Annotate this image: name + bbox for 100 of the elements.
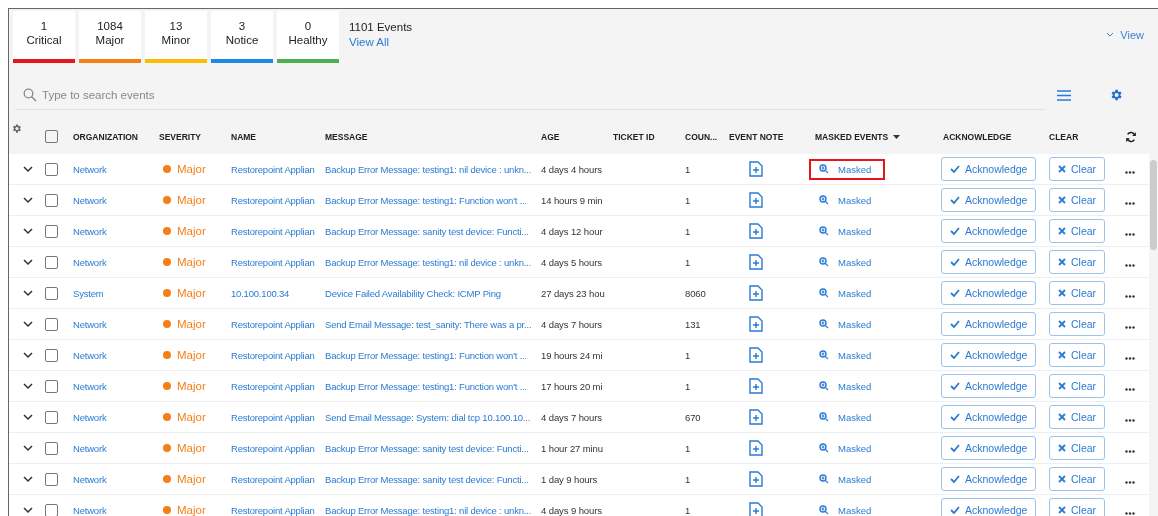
event-name-link[interactable]: 10.100.100.34 xyxy=(231,287,325,299)
message-link[interactable]: Backup Error Message: testing1: Function won't ... xyxy=(325,349,541,361)
organization-link[interactable]: Network xyxy=(73,225,159,237)
expand-icon[interactable] xyxy=(23,506,33,514)
acknowledge-button[interactable]: Acknowledge xyxy=(941,498,1037,516)
message-link[interactable]: Backup Error Message: testing1: nil device : unkn... xyxy=(325,256,541,268)
more-icon[interactable] xyxy=(1125,356,1135,360)
add-note-icon[interactable] xyxy=(749,316,763,332)
clear-button[interactable]: Clear xyxy=(1049,498,1106,516)
row-checkbox[interactable] xyxy=(45,379,58,393)
column-header[interactable]: AGE xyxy=(541,131,560,142)
row-checkbox[interactable] xyxy=(45,317,58,331)
add-note-icon[interactable] xyxy=(749,471,763,487)
acknowledge-button[interactable]: Acknowledge xyxy=(941,281,1037,305)
row-checkbox[interactable] xyxy=(45,410,58,424)
clear-button[interactable]: Clear xyxy=(1049,250,1106,274)
more-icon[interactable] xyxy=(1125,232,1135,236)
column-header[interactable]: ACKNOWLEDGE xyxy=(943,131,1012,142)
column-header[interactable]: ORGANIZATION xyxy=(73,131,138,142)
more-icon[interactable] xyxy=(1125,511,1135,515)
row-checkbox[interactable] xyxy=(45,286,58,300)
more-icon[interactable] xyxy=(1125,418,1135,422)
acknowledge-button[interactable]: Acknowledge xyxy=(941,374,1037,398)
row-checkbox[interactable] xyxy=(45,348,58,362)
add-note-icon[interactable] xyxy=(749,502,763,516)
add-note-icon[interactable] xyxy=(749,440,763,456)
message-link[interactable]: Device Failed Availability Check: ICMP Ping xyxy=(325,287,541,299)
organization-link[interactable]: Network xyxy=(73,349,159,361)
expand-icon[interactable] xyxy=(23,444,33,452)
event-name-link[interactable]: Restorepoint Applian xyxy=(231,504,325,516)
clear-button[interactable]: Clear xyxy=(1049,343,1106,367)
severity-tile[interactable]: 13 Minor xyxy=(145,11,207,63)
masked-button[interactable]: Masked xyxy=(809,251,886,273)
organization-link[interactable]: Network xyxy=(73,442,159,454)
acknowledge-button[interactable]: Acknowledge xyxy=(941,436,1037,460)
column-header[interactable]: MASKED EVENTS xyxy=(815,131,901,142)
more-icon[interactable] xyxy=(1125,449,1135,453)
expand-icon[interactable] xyxy=(23,227,33,235)
event-name-link[interactable]: Restorepoint Applian xyxy=(231,442,325,454)
more-icon[interactable] xyxy=(1125,294,1135,298)
organization-link[interactable]: Network xyxy=(73,163,159,175)
event-name-link[interactable]: Restorepoint Applian xyxy=(231,163,325,175)
event-name-link[interactable]: Restorepoint Applian xyxy=(231,380,325,392)
message-link[interactable]: Backup Error Message: testing1: nil device : unkn... xyxy=(325,163,541,175)
more-icon[interactable] xyxy=(1125,263,1135,267)
masked-button[interactable]: Masked xyxy=(809,158,886,180)
masked-button[interactable]: Masked xyxy=(809,189,886,211)
clear-button[interactable]: Clear xyxy=(1049,467,1106,491)
clear-button[interactable]: Clear xyxy=(1049,405,1106,429)
organization-link[interactable]: Network xyxy=(73,318,159,330)
masked-button[interactable]: Masked xyxy=(809,344,886,366)
add-note-icon[interactable] xyxy=(749,223,763,239)
more-icon[interactable] xyxy=(1125,201,1135,205)
more-icon[interactable] xyxy=(1125,325,1135,329)
column-header[interactable]: EVENT NOTE xyxy=(729,131,784,142)
scrollbar[interactable] xyxy=(1149,154,1158,516)
message-link[interactable]: Backup Error Message: sanity test device: Functi... xyxy=(325,225,541,237)
row-checkbox[interactable] xyxy=(45,255,58,269)
event-name-link[interactable]: Restorepoint Applian xyxy=(231,349,325,361)
acknowledge-button[interactable]: Acknowledge xyxy=(941,467,1037,491)
add-note-icon[interactable] xyxy=(749,192,763,208)
severity-tile[interactable]: 3 Notice xyxy=(211,11,273,63)
expand-icon[interactable] xyxy=(23,382,33,390)
more-icon[interactable] xyxy=(1125,480,1135,484)
more-icon[interactable] xyxy=(1125,170,1135,174)
row-checkbox[interactable] xyxy=(45,193,58,207)
acknowledge-button[interactable]: Acknowledge xyxy=(941,405,1037,429)
clear-button[interactable]: Clear xyxy=(1049,374,1106,398)
search-field[interactable]: Type to search events xyxy=(42,88,342,101)
expand-icon[interactable] xyxy=(23,258,33,266)
clear-button[interactable]: Clear xyxy=(1049,281,1106,305)
message-link[interactable]: Backup Error Message: sanity test device: Functi... xyxy=(325,442,541,454)
message-link[interactable]: Backup Error Message: testing1: nil device : unkn... xyxy=(325,504,541,516)
acknowledge-button[interactable]: Acknowledge xyxy=(941,219,1037,243)
clear-button[interactable]: Clear xyxy=(1049,312,1106,336)
message-link[interactable]: Backup Error Message: sanity test device: Functi... xyxy=(325,473,541,485)
organization-link[interactable]: Network xyxy=(73,504,159,516)
add-note-icon[interactable] xyxy=(749,378,763,394)
clear-button[interactable]: Clear xyxy=(1049,436,1106,460)
message-link[interactable]: Backup Error Message: testing1: Function won't ... xyxy=(325,194,541,206)
event-name-link[interactable]: Restorepoint Applian xyxy=(231,194,325,206)
severity-tile[interactable]: 0 Healthy xyxy=(277,11,339,63)
row-checkbox[interactable] xyxy=(45,441,58,455)
column-header[interactable]: NAME xyxy=(231,131,257,142)
event-name-link[interactable]: Restorepoint Applian xyxy=(231,256,325,268)
organization-link[interactable]: System xyxy=(73,287,159,299)
more-icon[interactable] xyxy=(1125,387,1135,391)
settings-icon[interactable] xyxy=(11,123,22,134)
sort-caret-icon[interactable] xyxy=(893,134,901,139)
masked-button[interactable]: Masked xyxy=(809,220,886,242)
severity-tile[interactable]: 1084 Major xyxy=(79,11,141,63)
masked-button[interactable]: Masked xyxy=(809,282,886,304)
expand-icon[interactable] xyxy=(23,196,33,204)
expand-icon[interactable] xyxy=(23,289,33,297)
acknowledge-button[interactable]: Acknowledge xyxy=(941,188,1037,212)
organization-link[interactable]: Network xyxy=(73,380,159,392)
view-all-link[interactable]: View All xyxy=(349,35,413,50)
organization-link[interactable]: Network xyxy=(73,194,159,206)
row-checkbox[interactable] xyxy=(45,503,58,516)
add-note-icon[interactable] xyxy=(749,254,763,270)
